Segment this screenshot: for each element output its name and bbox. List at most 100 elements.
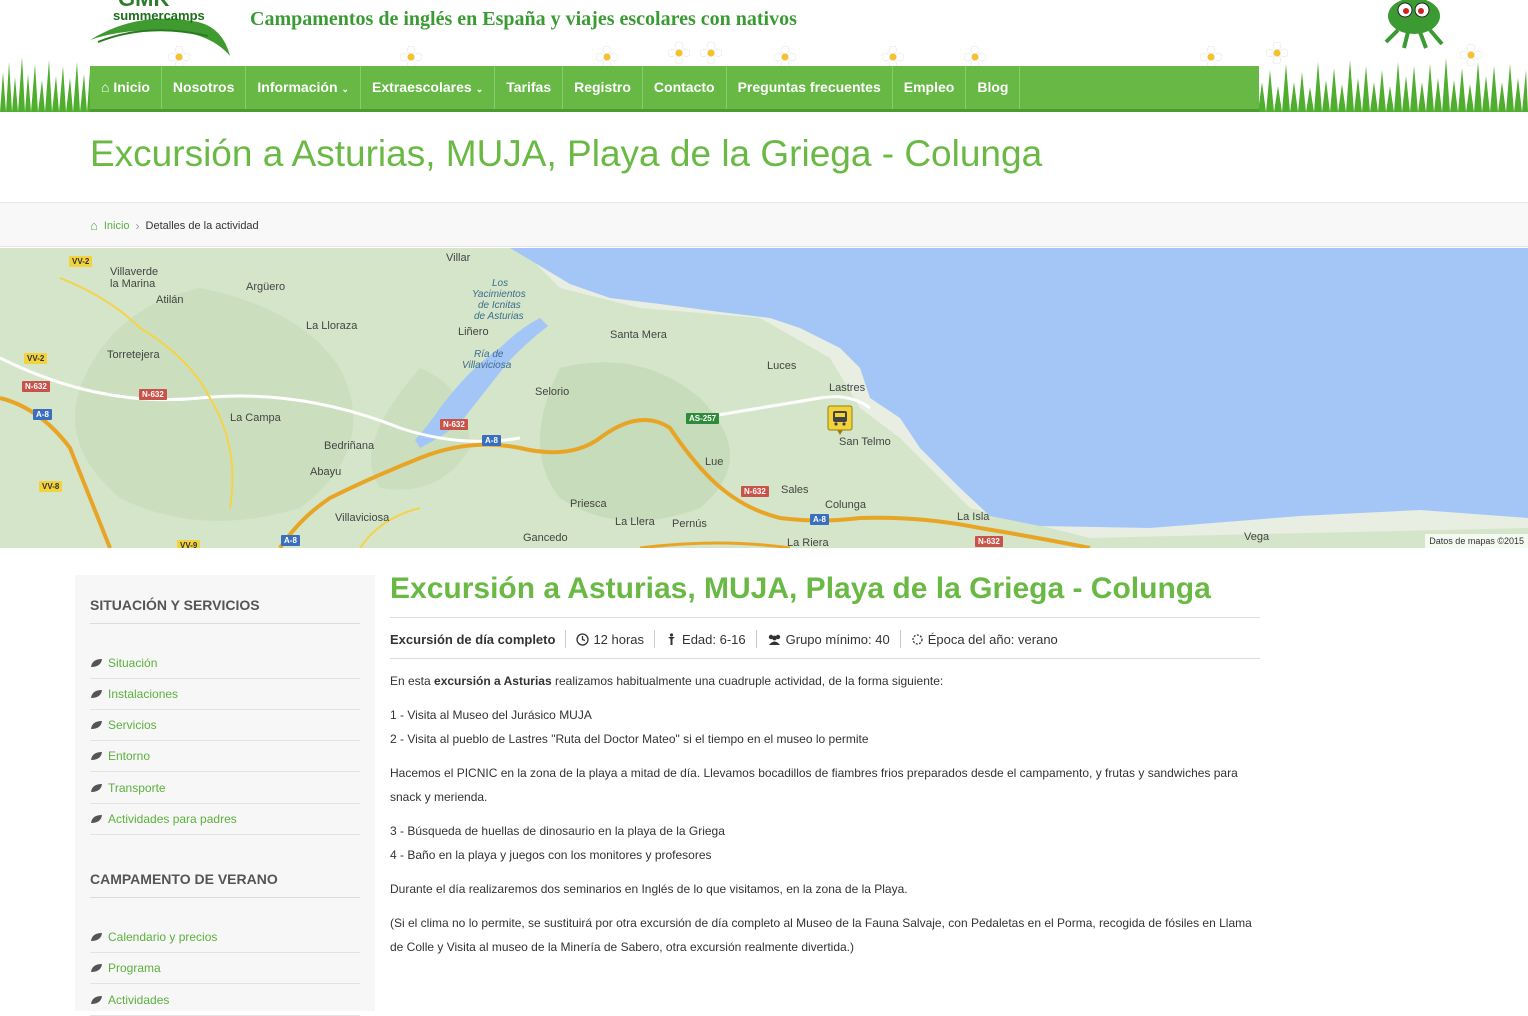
nav-item-label: Nosotros — [172, 79, 235, 95]
map-label: La Campa — [230, 412, 281, 424]
chevron-right-icon: › — [135, 218, 140, 233]
map-label: Priesca — [570, 498, 607, 510]
daisy-icon — [668, 42, 690, 64]
breadcrumb-home-link[interactable]: Inicio — [104, 220, 130, 232]
road-shield: N-632 — [741, 486, 769, 497]
map-canvas — [0, 248, 1528, 548]
leaf-icon — [91, 996, 102, 1004]
map-label: Gancedo — [523, 532, 568, 544]
users-icon — [768, 634, 780, 645]
road-shield: VV-8 — [39, 481, 63, 492]
road-shield: A-8 — [810, 514, 829, 525]
meta-type: Excursión de día completo — [390, 630, 565, 648]
map-label: Lue — [705, 456, 724, 468]
nav-item-label: Registro — [574, 79, 631, 95]
road-shield: N-632 — [975, 536, 1003, 547]
site-tagline: Campamentos de inglés en España y viajes… — [250, 8, 797, 30]
daisy-icon — [1460, 44, 1482, 66]
sidebar-item-instalaciones[interactable]: Instalaciones — [90, 679, 360, 710]
map-label: Torretejera — [107, 349, 160, 361]
sidebar-item-situacion[interactable]: Situación — [90, 648, 360, 679]
road-shield: AS-257 — [686, 413, 720, 424]
nav-item-tarifas[interactable]: Tarifas — [495, 66, 564, 109]
sidebar-item-label: Transporte — [108, 781, 166, 795]
sidebar-item-label: Actividades — [108, 993, 170, 1007]
bus-marker-icon[interactable] — [827, 405, 853, 435]
map-label: Vega — [1244, 531, 1270, 543]
intro-text: realizamos habitualmente una cuadruple a… — [551, 674, 944, 688]
meta-type-label: Excursión de día completo — [390, 631, 556, 647]
map-label: Abayu — [310, 466, 342, 478]
map-label: Selorio — [535, 386, 570, 398]
step-2: 2 - Visita al pueblo de Lastres "Ruta de… — [390, 732, 869, 746]
map-label: Lastres — [829, 382, 866, 394]
sidebar-item-label: Situación — [108, 656, 158, 670]
divider — [90, 623, 360, 624]
map-copyright: Datos de mapas ©2015 — [1425, 534, 1528, 548]
road-shield: A-8 — [33, 409, 52, 420]
sidebar-item-label: Calendario y precios — [108, 930, 218, 944]
sidebar-item-actividades[interactable]: Actividades — [90, 985, 360, 1016]
breadcrumb-current: Detalles de la actividad — [145, 219, 259, 232]
map-label: La Llera — [615, 516, 655, 528]
sidebar-item-label: Actividades para padres — [108, 812, 237, 826]
daisy-icon — [882, 46, 904, 68]
daisy-icon — [168, 46, 190, 68]
nav-item-extraescolares[interactable]: Extraescolares ⌄ — [361, 66, 496, 109]
nav-item-informacion[interactable]: Información ⌄ — [246, 66, 362, 109]
map-label: Bedriñana — [324, 440, 375, 452]
daisy-icon — [596, 46, 618, 68]
divider — [90, 897, 360, 898]
location-map[interactable]: Villaverde la Marina Atilán Argüero Vill… — [0, 248, 1528, 548]
sidebar-item-actividades-padres[interactable]: Actividades para padres — [90, 804, 360, 835]
map-label: Villaviciosa — [462, 360, 512, 371]
map-label: Ría de — [474, 349, 504, 360]
sidebar-item-servicios[interactable]: Servicios — [90, 710, 360, 741]
nav-item-inicio[interactable]: ⌂ Inicio — [90, 66, 162, 109]
sidebar-item-programa[interactable]: Programa — [90, 953, 360, 984]
picnic-paragraph: Hacemos el PICNIC en la zona de la playa… — [390, 766, 1238, 804]
sidebar-item-label: Programa — [108, 961, 161, 975]
meta-group-label: Grupo mínimo: 40 — [785, 631, 890, 647]
meta-season-label: Época del año: verano — [927, 631, 1058, 647]
breadcrumb: ⌂ Inicio › Detalles de la actividad — [0, 203, 1528, 247]
main-nav: ⌂ Inicio Nosotros Información ⌄ Extraesco… — [90, 66, 1259, 112]
sidebar-item-entorno[interactable]: Entorno — [90, 741, 360, 772]
intro-bold-text: excursión a Asturias — [434, 674, 552, 688]
map-label: Pernús — [672, 518, 707, 530]
meta-group: Grupo mínimo: 40 — [755, 630, 900, 648]
page-title: Excursión a Asturias, MUJA, Playa de la … — [90, 133, 1043, 174]
sidebar-item-transporte[interactable]: Transporte — [90, 773, 360, 804]
sun-icon — [912, 633, 923, 645]
map-label: la Marina — [110, 278, 156, 290]
sidebar-item-calendario[interactable]: Calendario y precios — [90, 922, 360, 953]
step-1: 1 - Visita al Museo del Jurásico MUJA — [390, 708, 592, 722]
home-icon: ⌂ — [101, 79, 110, 95]
leaf-icon — [91, 815, 102, 823]
nav-item-preguntas-frecuentes[interactable]: Preguntas frecuentes — [727, 66, 893, 109]
road-shield: N-632 — [440, 419, 468, 430]
leaf-icon — [91, 690, 102, 698]
road-shield: N-632 — [22, 381, 50, 392]
sidebar-item-label: Servicios — [108, 718, 157, 732]
nav-item-nosotros[interactable]: Nosotros — [162, 66, 247, 109]
daisy-icon — [400, 46, 422, 68]
grass-decoration-left — [0, 57, 92, 112]
nav-item-blog[interactable]: Blog — [966, 66, 1021, 109]
daisy-icon — [964, 46, 986, 68]
map-label: de Asturias — [474, 311, 524, 322]
nav-item-contacto[interactable]: Contacto — [643, 66, 727, 109]
meta-age: Edad: 6-16 — [654, 630, 756, 648]
nav-item-registro[interactable]: Registro — [563, 66, 643, 109]
child-icon — [668, 632, 676, 645]
road-shield: VV-2 — [69, 256, 93, 267]
nav-item-empleo[interactable]: Empleo — [893, 66, 967, 109]
map-label: La Lloraza — [306, 320, 358, 332]
map-label: Villaviciosa — [335, 512, 390, 524]
seminars-paragraph: Durante el día realizaremos dos seminari… — [390, 882, 908, 896]
site-header: GMK summercamps Campamentos de inglés en… — [0, 0, 1528, 112]
frog-mascot — [1384, 0, 1444, 49]
road-shield: A-8 — [281, 535, 300, 546]
daisy-icon — [700, 42, 722, 64]
nav-item-label: Preguntas frecuentes — [737, 79, 881, 95]
